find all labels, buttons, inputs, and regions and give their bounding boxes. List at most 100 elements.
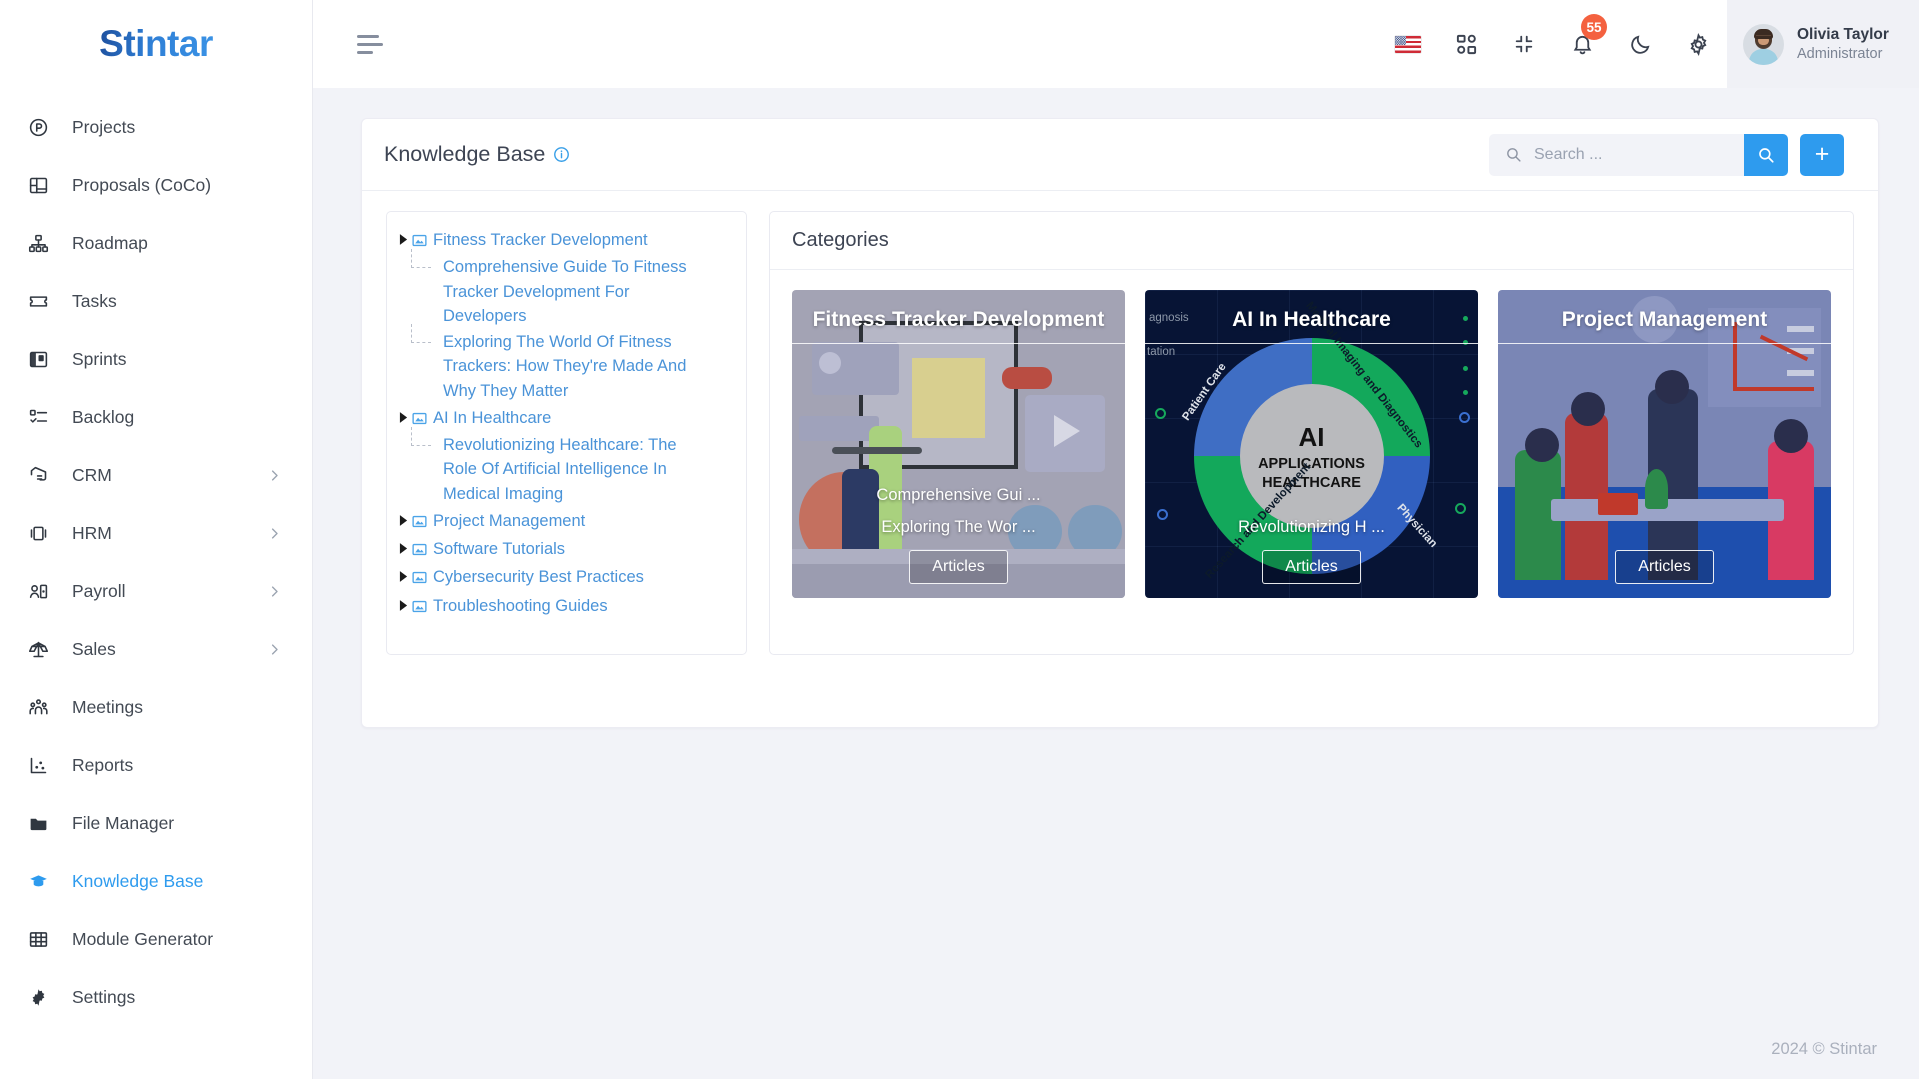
compress-icon[interactable] — [1495, 0, 1553, 88]
tree-node-label[interactable]: Software Tutorials — [433, 537, 565, 561]
sidebar-item-payroll[interactable]: Payroll — [0, 562, 312, 620]
sidebar: Stintar Projects Proposals (CoCo) Roadmap T… — [0, 0, 313, 1079]
tile-articles-button[interactable]: Articles — [1262, 550, 1361, 584]
tree-node-label[interactable]: Cybersecurity Best Practices — [433, 565, 644, 589]
page-title-group: Knowledge Base — [384, 142, 570, 167]
moon-icon[interactable] — [1611, 0, 1669, 88]
sidebar-item-label: Reports — [72, 754, 134, 775]
chevron-right-icon[interactable] — [267, 642, 282, 657]
info-circle-icon[interactable] — [553, 146, 570, 163]
board-columns-icon — [28, 348, 54, 370]
search-input[interactable] — [1534, 145, 1704, 164]
sidebar-item-file-manager[interactable]: File Manager — [0, 794, 312, 852]
tree-expand-caret-icon[interactable] — [395, 594, 411, 611]
categories-header: Categories — [770, 212, 1853, 270]
tile-title: Fitness Tracker Development — [812, 308, 1105, 331]
category-tile-fitness[interactable]: Fitness Tracker Development Comprehensiv… — [792, 290, 1125, 598]
tree-node[interactable]: Project Management — [395, 507, 736, 535]
tree-expand-caret-icon[interactable] — [395, 406, 411, 423]
tree-node[interactable]: Cybersecurity Best Practices — [395, 563, 736, 591]
tile-articles-button[interactable]: Articles — [1615, 550, 1714, 584]
sidebar-nav: Projects Proposals (CoCo) Roadmap Tasks Spri… — [0, 88, 312, 1026]
profile-meta: Olivia Taylor Administrator — [1797, 25, 1889, 63]
tree-expand-caret-icon[interactable] — [395, 509, 411, 526]
sidebar-item-label: Roadmap — [72, 232, 148, 253]
footer: 2024 © Stintar — [313, 1019, 1919, 1079]
tile-divider — [792, 343, 1125, 344]
categories-card: Categories Fitness Tracker Development C… — [769, 211, 1854, 655]
tile-article-link[interactable]: Exploring The Wor ... — [881, 518, 1035, 537]
tile-article-link[interactable]: Comprehensive Gui ... — [876, 486, 1040, 505]
tree-child-label[interactable]: Exploring The World Of Fitness Trackers:… — [443, 330, 695, 403]
user-card-icon — [28, 580, 54, 602]
sidebar-item-label: File Manager — [72, 812, 175, 833]
tree-expand-caret-icon[interactable] — [395, 228, 411, 245]
tree-node-label[interactable]: AI In Healthcare — [433, 406, 551, 430]
search-button[interactable] — [1744, 133, 1788, 176]
circle-p-icon — [28, 116, 54, 138]
tree-node-label[interactable]: Troubleshooting Guides — [433, 594, 608, 618]
search-box[interactable] — [1489, 133, 1744, 176]
content-area: Knowledge Base Search ... + Fitness Trac… — [313, 88, 1919, 1019]
brand-logo[interactable]: Stintar — [0, 0, 312, 88]
sidebar-item-meetings[interactable]: Meetings — [0, 678, 312, 736]
sidebar-item-settings[interactable]: Settings — [0, 968, 312, 1026]
tile-divider — [1145, 343, 1478, 344]
footer-copyright: 2024 © Stintar — [1771, 1039, 1877, 1058]
sidebar-item-proposals-coco[interactable]: Proposals (CoCo) — [0, 156, 312, 214]
sidebar-item-sales[interactable]: Sales — [0, 620, 312, 678]
tree-child-node[interactable]: Comprehensive Guide To Fitness Tracker D… — [395, 249, 736, 329]
sidebar-item-sprints[interactable]: Sprints — [0, 330, 312, 388]
tree-child-label[interactable]: Comprehensive Guide To Fitness Tracker D… — [443, 255, 695, 328]
apps-grid-icon[interactable] — [1437, 0, 1495, 88]
tree-child-label[interactable]: Revolutionizing Healthcare: The Role Of … — [443, 433, 695, 506]
sidebar-item-label: HRM — [72, 522, 112, 543]
tile-articles-button[interactable]: Articles — [909, 550, 1008, 584]
tree-expand-caret-icon[interactable] — [395, 537, 411, 554]
sidebar-item-module-generator[interactable]: Module Generator — [0, 910, 312, 968]
category-tile-ai-healthcare[interactable]: agnosis tation AI APPLICATIONS HEALTHCAR… — [1145, 290, 1478, 598]
hamburger-icon[interactable] — [353, 29, 387, 60]
table-grid-icon — [28, 928, 54, 950]
language-flag-us-icon[interactable] — [1379, 0, 1437, 88]
add-button[interactable]: + — [1800, 133, 1844, 176]
tree-node[interactable]: Software Tutorials — [395, 535, 736, 563]
sitemap-icon — [28, 232, 54, 254]
sidebar-item-backlog[interactable]: Backlog — [0, 388, 312, 446]
sidebar-item-roadmap[interactable]: Roadmap — [0, 214, 312, 272]
tree-node-label[interactable]: Fitness Tracker Development — [433, 228, 648, 252]
sidebar-item-crm[interactable]: CRM — [0, 446, 312, 504]
tile-title: Project Management — [1561, 308, 1768, 331]
diagram-edge-label: tation — [1147, 346, 1176, 358]
chevron-right-icon[interactable] — [267, 584, 282, 599]
user-profile-menu[interactable]: Olivia Taylor Administrator — [1727, 0, 1919, 88]
tree-child-node[interactable]: Revolutionizing Healthcare: The Role Of … — [395, 427, 736, 507]
tree-node[interactable]: Troubleshooting Guides — [395, 592, 736, 620]
topbar: 55 Olivia Taylor Administrator — [313, 0, 1919, 88]
sidebar-item-hrm[interactable]: HRM — [0, 504, 312, 562]
tree-expand-caret-icon[interactable] — [395, 565, 411, 583]
panel-header: Knowledge Base Search ... + — [362, 119, 1878, 191]
tile-article-link[interactable]: Revolutionizing H ... — [1238, 518, 1385, 537]
tree-child-node[interactable]: Exploring The World Of Fitness Trackers:… — [395, 324, 736, 404]
sidebar-item-label: Knowledge Base — [72, 870, 204, 891]
chevron-right-icon[interactable] — [267, 526, 282, 541]
sidebar-item-projects[interactable]: Projects — [0, 98, 312, 156]
sidebar-item-knowledge-base[interactable]: Knowledge Base — [0, 852, 312, 910]
main-area: 55 Olivia Taylor Administrator Knowledge… — [313, 0, 1919, 1079]
tree-connector — [403, 427, 443, 457]
sidebar-item-tasks[interactable]: Tasks — [0, 272, 312, 330]
tree-node[interactable]: AI In Healthcare — [395, 404, 736, 432]
tile-title: AI In Healthcare — [1232, 308, 1391, 331]
knowledge-base-panel: Knowledge Base Search ... + Fitness Trac… — [361, 118, 1879, 728]
tree-connector — [403, 249, 443, 279]
categories-title: Categories — [792, 229, 889, 251]
tree-node-label[interactable]: Project Management — [433, 509, 585, 533]
category-tile-project-management[interactable]: Project Management Articles — [1498, 290, 1831, 598]
tree-node[interactable]: Fitness Tracker Development — [395, 226, 736, 254]
gear-icon[interactable] — [1669, 0, 1727, 88]
chevron-right-icon[interactable] — [267, 468, 282, 483]
people-group-icon — [28, 696, 54, 718]
bell-icon[interactable]: 55 — [1553, 0, 1611, 88]
sidebar-item-reports[interactable]: Reports — [0, 736, 312, 794]
